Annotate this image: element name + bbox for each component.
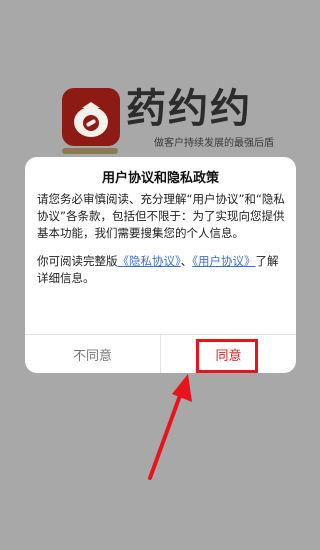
logo-underline (62, 148, 118, 154)
app-logo: 药约约 做客户持续发展的最强后盾 (62, 85, 274, 154)
pointer-arrow-icon (148, 374, 192, 480)
privacy-agreement-link[interactable]: 《隐私协议》 (118, 254, 181, 268)
read-more-prefix: 你可阅读完整版 (37, 254, 118, 268)
dialog-body: 请您务必审慎阅读、充分理解“用户协议”和“隐私协议”各条款，包括但不限于：为了实… (37, 191, 285, 287)
app-slogan: 做客户持续发展的最强后盾 (154, 138, 274, 149)
dialog-title: 用户协议和隐私政策 (101, 171, 219, 186)
link-separator: 、 (180, 254, 193, 268)
agreement-paragraph: 请您务必审慎阅读、充分理解“用户协议”和“隐私协议”各条款，包括但不限于：为了实… (37, 192, 285, 240)
disagree-button[interactable]: 不同意 (25, 335, 160, 373)
pill-bag-logo-icon (62, 88, 120, 146)
read-more-paragraph: 你可阅读完整版《隐私协议》、《用户协议》了解详细信息。 (37, 253, 285, 287)
user-agreement-link[interactable]: 《用户协议》 (192, 254, 255, 268)
agree-highlight-box (196, 339, 258, 373)
app-name: 药约约 (126, 85, 252, 132)
